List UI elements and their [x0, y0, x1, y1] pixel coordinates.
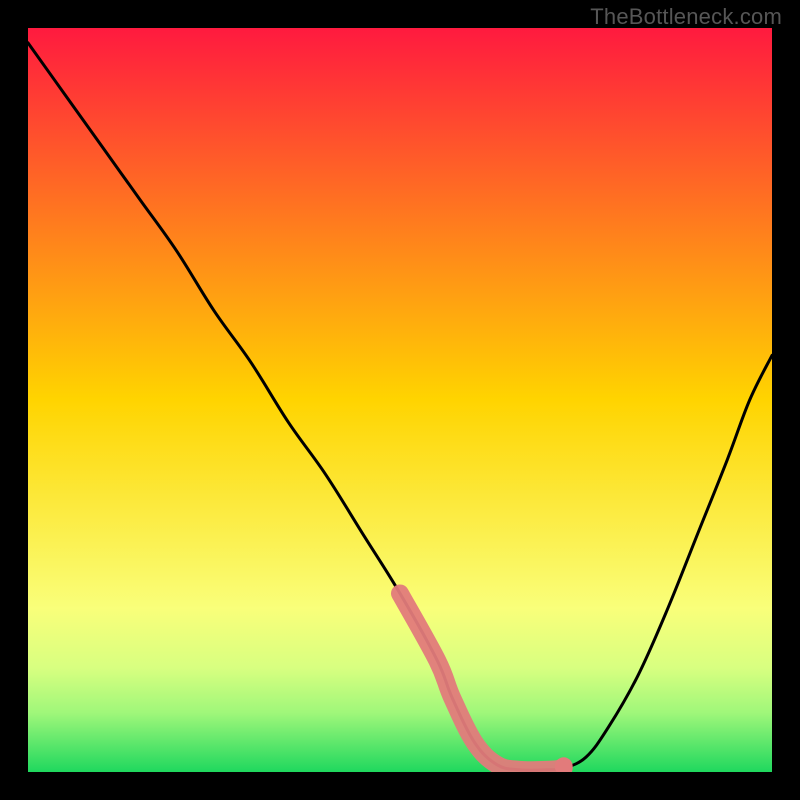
gradient-background	[28, 28, 772, 772]
chart-frame: TheBottleneck.com	[0, 0, 800, 800]
watermark-text: TheBottleneck.com	[590, 4, 782, 30]
bottleneck-chart	[28, 28, 772, 772]
plot-area	[28, 28, 772, 772]
